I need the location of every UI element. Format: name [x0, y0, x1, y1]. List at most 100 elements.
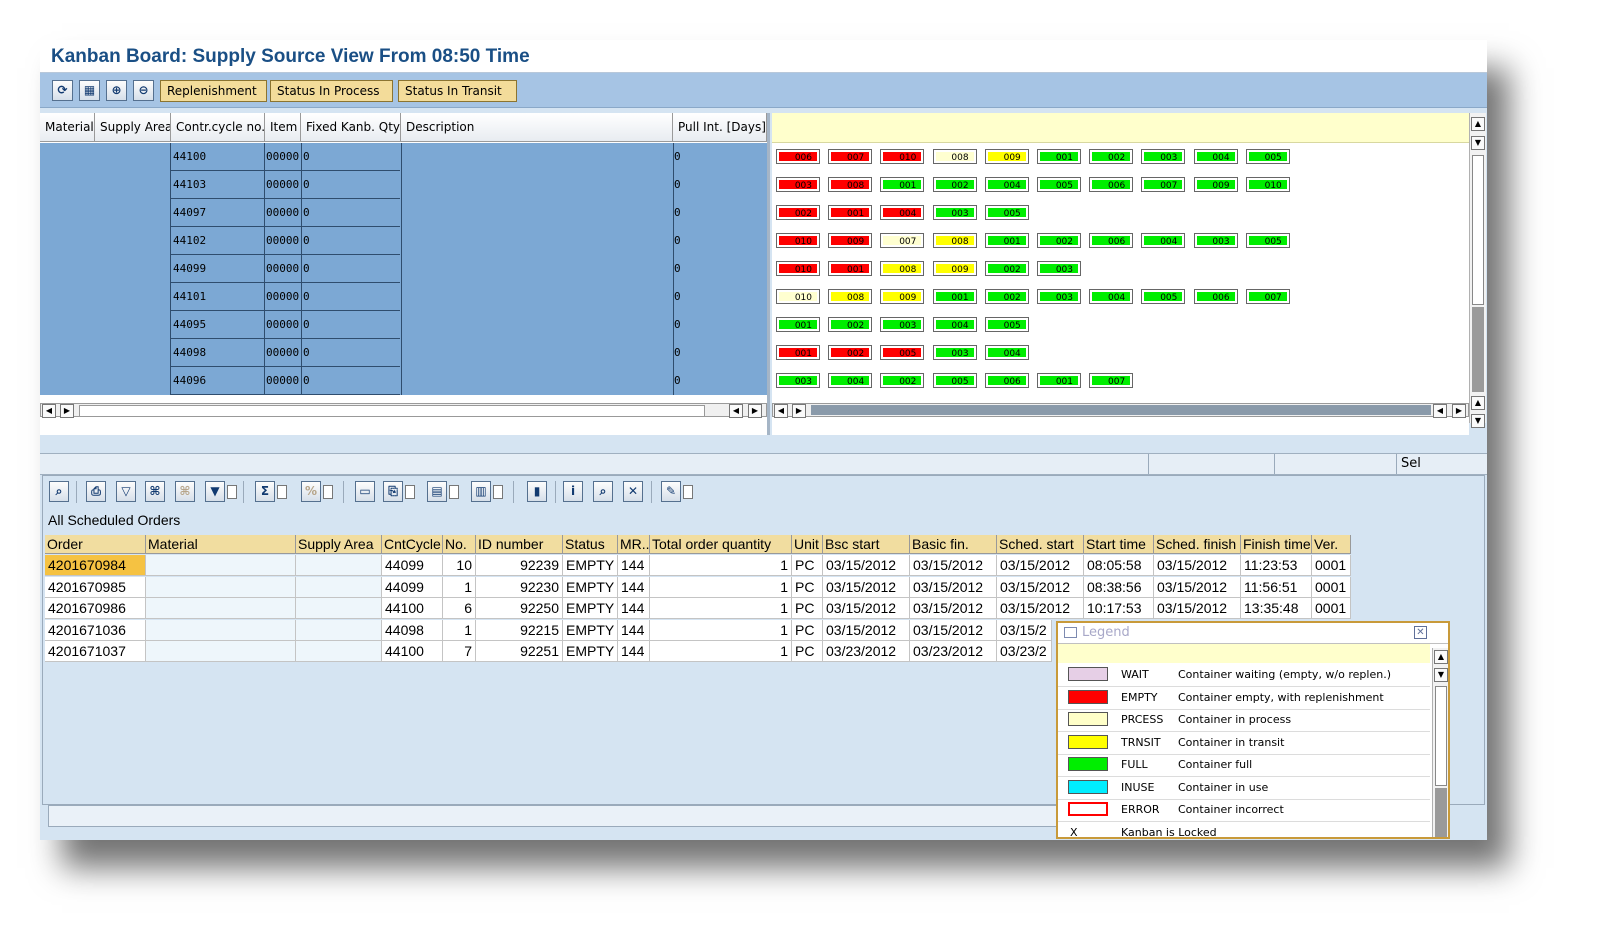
kanban-container[interactable]: 008: [828, 289, 873, 304]
layout-icon[interactable]: ▥: [471, 481, 491, 502]
material-cell[interactable]: [146, 641, 296, 662]
pull-interval-cell[interactable]: 0: [674, 373, 681, 389]
kanban-container[interactable]: 005: [984, 317, 1029, 332]
basic-fin-cell[interactable]: 03/15/2012: [910, 576, 997, 598]
export-icon[interactable]: ⎘: [383, 481, 403, 502]
fixed-qty-cell[interactable]: 0: [303, 373, 310, 389]
fixed-qty-cell[interactable]: 0: [303, 317, 310, 333]
finish-time-cell[interactable]: 11:23:53: [1241, 555, 1312, 576]
close-icon[interactable]: ✕: [623, 481, 643, 502]
kanban-container[interactable]: 007: [1141, 177, 1186, 192]
cnt-cycle-cell[interactable]: 44098: [382, 619, 443, 641]
dropdown-icon[interactable]: [227, 485, 237, 499]
bsc-start-cell[interactable]: 03/15/2012: [823, 598, 910, 619]
id-number-cell[interactable]: 92251: [476, 641, 563, 662]
pull-interval-cell[interactable]: 0: [674, 345, 681, 361]
status-cell[interactable]: EMPTY: [563, 555, 618, 576]
kanban-container[interactable]: 005: [880, 345, 925, 360]
mr-cell[interactable]: 144: [618, 576, 650, 598]
item-cell[interactable]: 00000: [266, 289, 299, 305]
kanban-container[interactable]: 005: [984, 205, 1029, 220]
fixed-qty-cell[interactable]: 0: [303, 233, 310, 249]
scroll-down-icon[interactable]: ▼: [1434, 668, 1448, 682]
bsc-start-cell[interactable]: 03/23/2012: [823, 641, 910, 662]
fixed-qty-cell[interactable]: 0: [303, 289, 310, 305]
scroll-right-icon[interactable]: ▶: [748, 404, 762, 418]
col-control-cycle[interactable]: Contr.cycle no.: [171, 113, 265, 142]
item-cell[interactable]: 00000: [266, 373, 299, 389]
kanban-container[interactable]: 003: [932, 345, 977, 360]
kanban-container[interactable]: 003: [1037, 261, 1081, 276]
cnt-cycle-cell[interactable]: 44099: [382, 555, 443, 576]
kanban-container[interactable]: 006: [984, 373, 1029, 388]
control-cycle-rows[interactable]: 44100 00000 0 0 44103 00000 0 0 44097 00000 0 0 4410…: [40, 143, 767, 395]
info-icon[interactable]: i: [563, 481, 583, 502]
kanban-container[interactable]: 002: [828, 345, 873, 360]
sched-start-cell[interactable]: 03/23/2: [997, 641, 1052, 662]
scroll-down-icon[interactable]: ▼: [1471, 136, 1485, 150]
finish-time-cell[interactable]: 13:35:48: [1241, 598, 1312, 619]
sched-finish-cell[interactable]: 03/15/2012: [1154, 598, 1241, 619]
order-cell[interactable]: 4201670984: [45, 555, 146, 576]
subtotal-icon[interactable]: %: [301, 481, 321, 502]
legend-vertical-scrollbar[interactable]: ▲ ▼: [1432, 648, 1448, 837]
kanban-container[interactable]: 008: [932, 233, 977, 248]
scroll-thumb[interactable]: [1472, 155, 1484, 305]
refresh-icon[interactable]: ⟳: [52, 80, 73, 101]
scroll-right-icon[interactable]: ▶: [1452, 404, 1466, 418]
kanban-container[interactable]: 005: [1141, 289, 1186, 304]
kanban-container[interactable]: 002: [984, 261, 1029, 276]
col-no[interactable]: No.: [443, 535, 476, 554]
col-material[interactable]: Material: [146, 535, 296, 554]
control-cycle-cell[interactable]: 44098: [173, 345, 206, 361]
order-cell[interactable]: 4201670985: [45, 576, 146, 598]
kanban-container[interactable]: 002: [828, 317, 873, 332]
kanban-container[interactable]: 002: [1089, 149, 1134, 164]
dropdown-icon[interactable]: [323, 485, 333, 499]
kanban-container[interactable]: 002: [776, 205, 820, 220]
kanban-container[interactable]: 003: [776, 177, 820, 192]
unit-cell[interactable]: PC: [792, 576, 823, 598]
kanban-container[interactable]: 008: [932, 149, 977, 164]
no-cell[interactable]: 10: [443, 555, 476, 576]
layout-icon[interactable]: ▦: [79, 80, 100, 101]
kanban-container[interactable]: 004: [932, 317, 977, 332]
find-icon[interactable]: ⌘: [145, 481, 165, 502]
kanban-container[interactable]: 005: [1245, 149, 1290, 164]
pull-interval-cell[interactable]: 0: [674, 177, 681, 193]
kanban-container[interactable]: 002: [1037, 233, 1081, 248]
kanban-container[interactable]: 008: [880, 261, 925, 276]
scroll-thumb[interactable]: [79, 405, 705, 417]
control-cycle-cell[interactable]: 44102: [173, 233, 206, 249]
dropdown-icon[interactable]: [449, 485, 459, 499]
print-icon[interactable]: ⎙: [86, 481, 106, 502]
status-cell[interactable]: EMPTY: [563, 576, 618, 598]
material-cell[interactable]: [146, 598, 296, 619]
scroll-right-icon[interactable]: ▶: [60, 404, 74, 418]
kanban-container[interactable]: 009: [1193, 177, 1238, 192]
item-cell[interactable]: 00000: [266, 317, 299, 333]
cnt-cycle-cell[interactable]: 44100: [382, 598, 443, 619]
kanban-container[interactable]: 009: [984, 149, 1029, 164]
dropdown-icon[interactable]: [405, 485, 415, 499]
unit-cell[interactable]: PC: [792, 555, 823, 576]
control-cycle-cell[interactable]: 44096: [173, 373, 206, 389]
col-start-time[interactable]: Start time: [1084, 535, 1154, 554]
left-horizontal-scrollbar[interactable]: ◀ ▶ ◀ ▶: [40, 403, 767, 418]
col-sched-start[interactable]: Sched. start: [997, 535, 1084, 554]
control-cycle-cell[interactable]: 44095: [173, 317, 206, 333]
scroll-up-icon[interactable]: ▲: [1471, 396, 1485, 410]
ver-cell[interactable]: 0001: [1312, 598, 1351, 619]
col-material[interactable]: Material: [40, 113, 95, 142]
sched-start-cell[interactable]: 03/15/2012: [997, 598, 1084, 619]
kanban-container[interactable]: 002: [984, 289, 1029, 304]
edit-icon[interactable]: ✎: [661, 481, 681, 502]
no-cell[interactable]: 7: [443, 641, 476, 662]
pull-interval-cell[interactable]: 0: [674, 149, 681, 165]
supply-area-cell[interactable]: [296, 619, 382, 641]
pull-interval-cell[interactable]: 0: [674, 317, 681, 333]
id-number-cell[interactable]: 92230: [476, 576, 563, 598]
total-qty-cell[interactable]: 1: [650, 619, 792, 641]
kanban-container[interactable]: 010: [880, 149, 925, 164]
col-sched-finish[interactable]: Sched. finish: [1154, 535, 1241, 554]
